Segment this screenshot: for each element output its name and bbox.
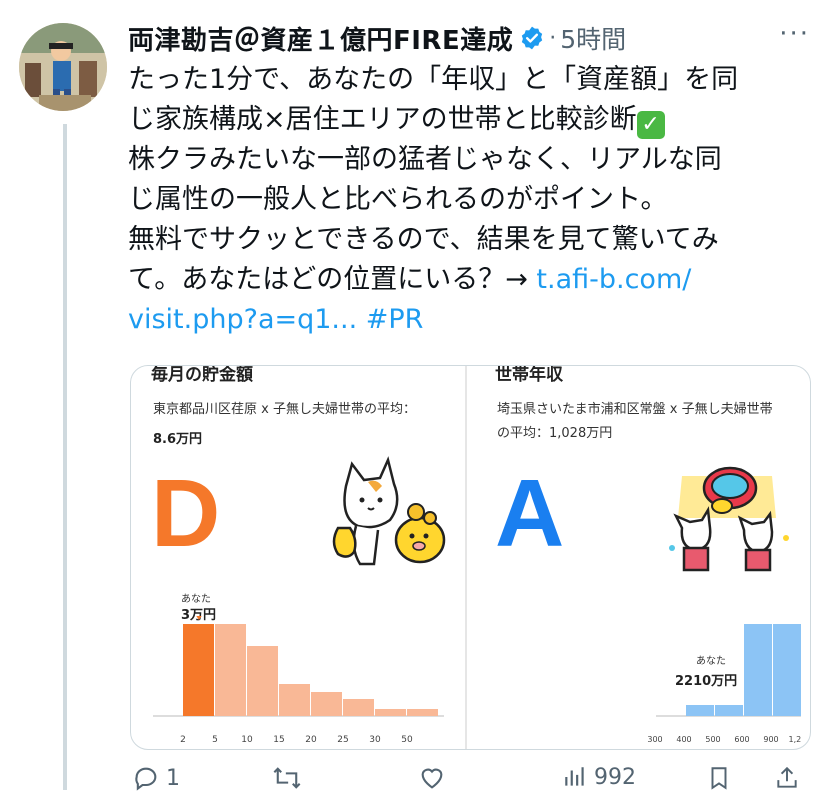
histogram-tick-label: 10 [241, 735, 253, 745]
tweet-line-4: じ属性の一般人と比べられるのがポイント。 [128, 184, 668, 215]
you-marker-icon [196, 616, 202, 620]
retweet-icon [273, 767, 301, 789]
separator-dot: · [549, 25, 557, 51]
histogram-tick-label: 25 [337, 735, 348, 745]
histogram-bar [407, 709, 438, 716]
reply-icon [135, 767, 157, 791]
histogram-bar [247, 646, 278, 716]
tweet-text: たった1分で、あなたの「年収」と「資産額」を同 じ家族構成×居住エリアの世帯と比… [128, 60, 808, 340]
histogram-tick-label: 1,200 [789, 735, 801, 744]
histogram-bar [715, 705, 743, 716]
panel-title-income: 世帯年収 [495, 365, 563, 385]
tweet-line-3: 株クラみたいな一部の猛者じゃなく、リアルな同 [128, 144, 722, 175]
panel-subtitle-income-2: の平均：1,028万円 [497, 426, 613, 441]
histogram-tick-label: 400 [676, 735, 691, 744]
histogram-bar [773, 624, 801, 716]
views-button[interactable]: 992 [562, 764, 636, 790]
bookmark-icon [711, 767, 727, 790]
panel-average-savings: 8.6万円 [153, 432, 203, 447]
display-name[interactable]: 両津勘吉＠資産１億円FIRE達成 [128, 20, 513, 57]
timestamp[interactable]: 5時間 [560, 20, 626, 56]
checkmark-emoji-icon: ✓ [636, 111, 665, 139]
histogram-tick-label: 5 [212, 735, 218, 745]
histogram-bar [279, 684, 310, 716]
histogram-tick-label: 15 [273, 735, 284, 745]
tweet-media[interactable]: 毎月の貯金額 東京都品川区荏原 x 子無し夫婦世帯の平均： 8.6万円 D あな… [130, 365, 811, 750]
histogram-tick-label: 300 [647, 735, 662, 744]
tweet-link-part-2[interactable]: visit.php?a=q1... [128, 304, 357, 335]
tweet-line-2: じ家族構成×居住エリアの世帯と比較診断 [128, 104, 637, 135]
panel-subtitle-income-1: 埼玉県さいたま市浦和区常盤 x 子無し夫婦世帯 [497, 402, 773, 417]
histogram-tick-label: 30 [369, 735, 381, 745]
more-options-icon[interactable]: ··· [779, 21, 810, 47]
heart-icon [421, 768, 443, 789]
histogram-bar [686, 705, 714, 716]
retweet-button[interactable] [272, 764, 302, 792]
tweet-line-5: 無料でサクッとできるので、結果を見て驚いてみ [128, 224, 719, 255]
verified-badge-icon [519, 25, 545, 51]
histogram-bar [215, 624, 246, 716]
hashtag-link[interactable]: #PR [366, 304, 424, 335]
histogram-bar [343, 699, 374, 716]
views-count: 992 [594, 764, 636, 790]
panel-subtitle-savings: 東京都品川区荏原 x 子無し夫婦世帯の平均： [153, 402, 416, 417]
like-button[interactable] [418, 764, 446, 792]
bookmark-button[interactable] [706, 764, 732, 792]
histogram-tick-label: 2 [180, 735, 186, 745]
histogram-tick-label: 900 [763, 735, 778, 744]
reply-count: 1 [166, 765, 180, 791]
grade-letter-income: A [495, 460, 565, 567]
tweet-line-6: て。あなたはどの位置にいる？→ [128, 264, 537, 295]
histogram-bar [375, 709, 406, 716]
avatar[interactable] [19, 23, 107, 111]
histogram-bar [183, 624, 214, 716]
views-chart-icon [565, 767, 584, 786]
thread-line [63, 124, 67, 790]
income-histogram: 3004005006009001,2001,5002,0003,000 [647, 624, 801, 744]
tweet-header: 両津勘吉＠資産１億円FIRE達成 · 5時間 [128, 18, 818, 58]
media-panel-savings: 毎月の貯金額 東京都品川区荏原 x 子無し夫婦世帯の平均： 8.6万円 D あな… [131, 366, 465, 749]
panel-title-savings: 毎月の貯金額 [151, 365, 253, 385]
histogram-bar [744, 624, 772, 716]
reply-button[interactable]: 1 [132, 764, 180, 792]
savings-histogram: 2 5 10 15 20 25 30 50 [153, 616, 444, 745]
histogram-tick-label: 50 [401, 735, 413, 745]
grade-letter-savings: D [151, 460, 221, 567]
media-panel-income: 世帯年収 埼玉県さいたま市浦和区常盤 x 子無し夫婦世帯 の平均：1,028万円… [467, 366, 801, 749]
avatar-image [19, 23, 107, 111]
share-button[interactable] [774, 764, 800, 792]
histogram-tick-label: 20 [305, 735, 317, 745]
cat-with-piggy-bank-illustration [332, 456, 446, 566]
histogram-bar [311, 692, 342, 716]
histogram-tick-label: 500 [705, 735, 720, 744]
tweet-line-1: たった1分で、あなたの「年収」と「資産額」を同 [128, 64, 739, 95]
histogram-tick-label: 600 [734, 735, 749, 744]
share-icon [777, 766, 797, 788]
tweet-link-part-1[interactable]: t.afi-b.com/ [536, 264, 691, 295]
cats-with-wallet-illustration [669, 466, 789, 572]
